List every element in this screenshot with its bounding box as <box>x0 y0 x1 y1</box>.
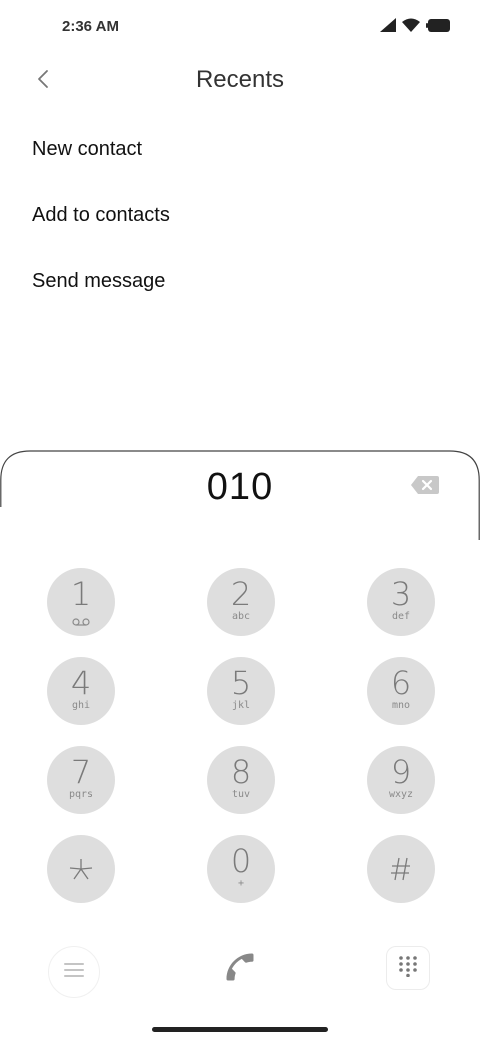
key-letters: mno <box>391 700 411 711</box>
add-to-contacts-item[interactable]: Add to contacts <box>0 182 480 248</box>
key-letters: wxyz <box>388 789 414 800</box>
hash-icon <box>367 855 435 888</box>
key-1[interactable]: 1 <box>47 568 115 636</box>
status-bar: 2:36 AM <box>0 0 480 56</box>
key-star[interactable] <box>47 835 115 903</box>
key-digit: 1 <box>70 575 92 613</box>
wifi-icon <box>402 18 420 37</box>
key-7[interactable]: 7 pqrs <box>47 746 115 814</box>
action-menu: New contact Add to contacts Send message <box>0 116 480 314</box>
key-9[interactable]: 9 wxyz <box>367 746 435 814</box>
key-letters: tuv <box>231 789 251 800</box>
new-contact-item[interactable]: New contact <box>0 116 480 182</box>
key-6[interactable]: 6 mno <box>367 657 435 725</box>
status-icons <box>380 18 450 37</box>
key-2[interactable]: 2 abc <box>207 568 275 636</box>
home-indicator[interactable] <box>152 1027 328 1032</box>
key-5[interactable]: 5 jkl <box>207 657 275 725</box>
signal-icon <box>380 18 396 37</box>
battery-icon <box>426 18 450 37</box>
send-message-item[interactable]: Send message <box>0 248 480 314</box>
voicemail-icon <box>47 613 115 631</box>
dialer-screen: 2:36 AM Recents New contact Add to conta… <box>0 0 480 1040</box>
key-hash[interactable] <box>367 835 435 903</box>
dialed-number: 010 <box>206 466 274 508</box>
key-letters: pqrs <box>68 789 94 800</box>
call-button[interactable] <box>215 944 265 994</box>
backspace-icon <box>410 476 440 500</box>
key-digit: 5 <box>230 664 252 702</box>
key-4[interactable]: 4 ghi <box>47 657 115 725</box>
key-digit: 0 <box>230 842 252 880</box>
header: Recents <box>0 56 480 108</box>
status-time: 2:36 AM <box>62 18 119 35</box>
bottom-action-bar <box>0 940 480 1000</box>
menu-button[interactable] <box>48 946 100 998</box>
key-digit: 2 <box>230 575 252 613</box>
backspace-button[interactable] <box>410 474 444 500</box>
key-letters: abc <box>231 611 251 622</box>
dialpad-icon <box>398 955 418 982</box>
key-letters: ghi <box>71 700 91 711</box>
key-0[interactable]: 0 + <box>207 835 275 903</box>
key-8[interactable]: 8 tuv <box>207 746 275 814</box>
asterisk-icon <box>47 855 115 888</box>
key-3[interactable]: 3 def <box>367 568 435 636</box>
hamburger-menu-icon <box>64 962 84 983</box>
page-title: Recents <box>195 66 285 93</box>
key-letters: + <box>237 878 245 889</box>
key-letters: jkl <box>231 700 251 711</box>
key-digit: 6 <box>390 664 412 702</box>
key-letters: def <box>391 611 411 622</box>
key-digit: 3 <box>390 575 412 613</box>
keypad-toggle-button[interactable] <box>386 946 430 990</box>
key-digit: 9 <box>390 753 412 791</box>
key-digit: 4 <box>70 664 92 702</box>
key-digit: 7 <box>70 753 92 791</box>
phone-icon <box>222 949 258 990</box>
key-digit: 8 <box>230 753 252 791</box>
